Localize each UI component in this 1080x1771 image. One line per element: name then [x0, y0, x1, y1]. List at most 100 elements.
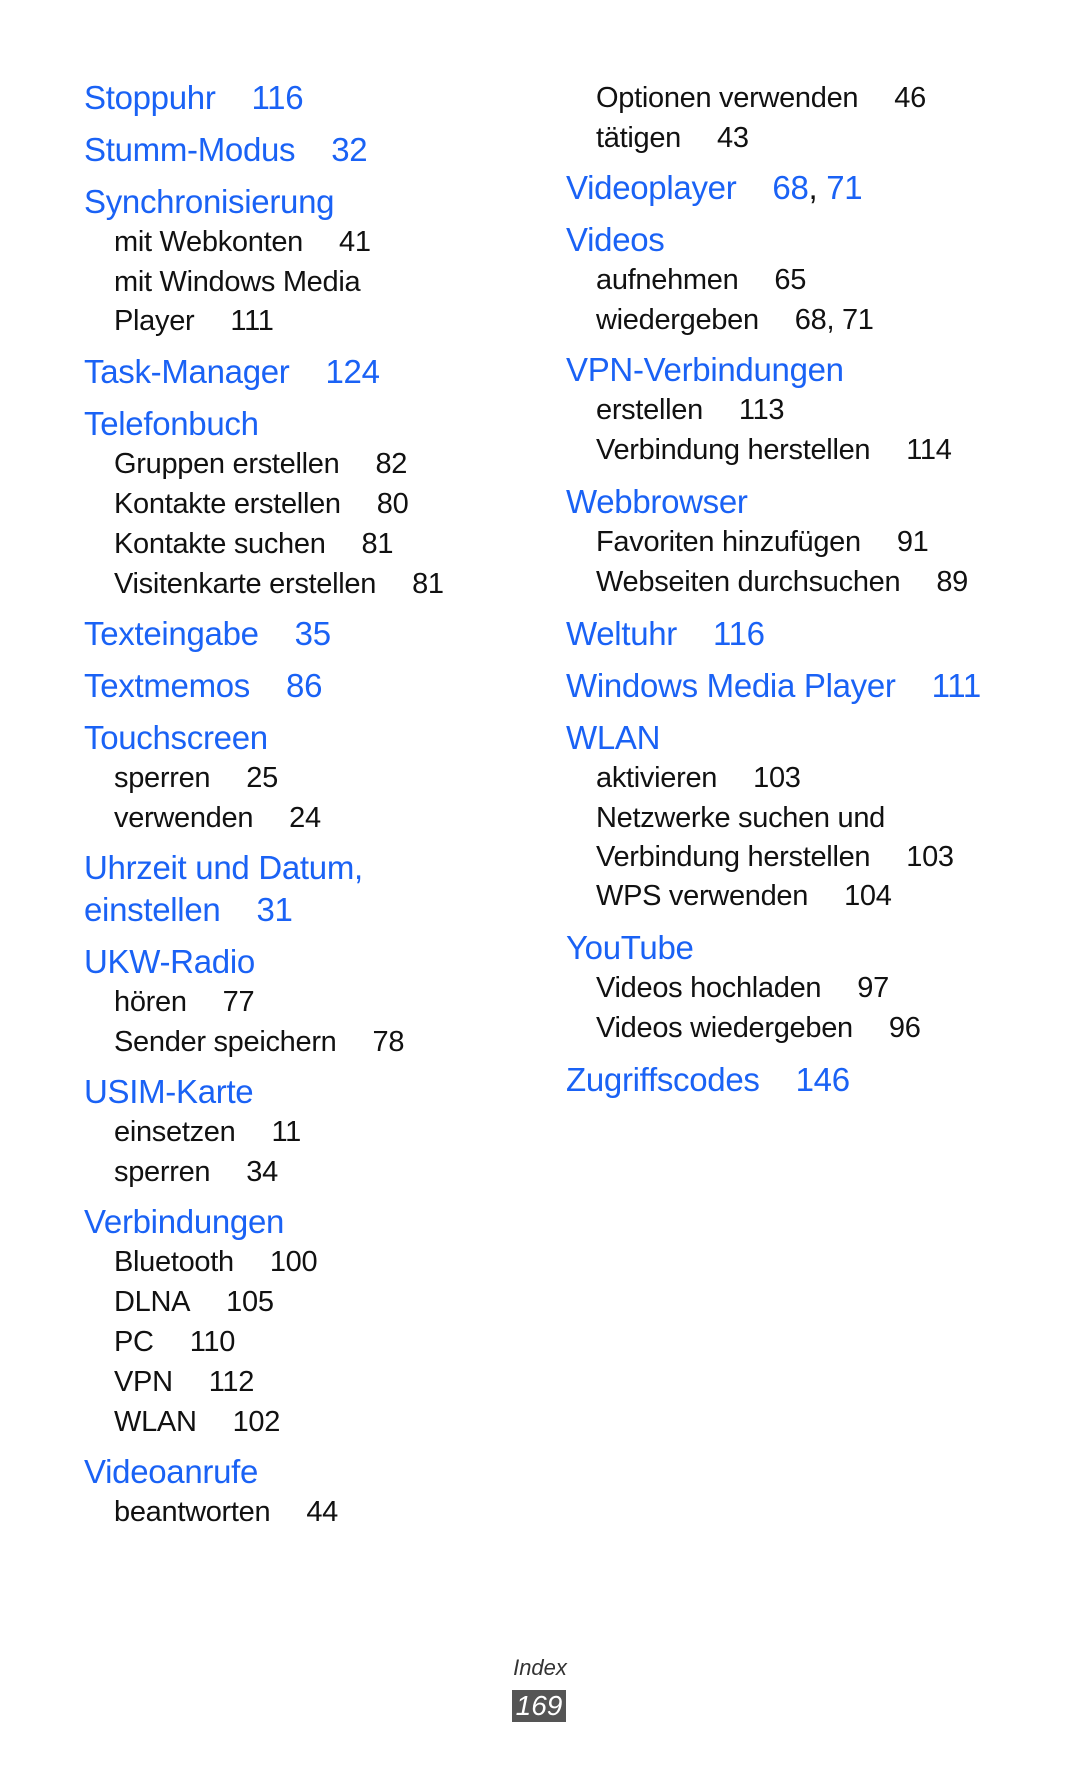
- index-subentry: mit Windows Media: [84, 262, 361, 302]
- index-entry: YouTube: [566, 928, 694, 968]
- index-entry: Zugriffscodes 146: [566, 1060, 850, 1100]
- entry-term: Player: [114, 305, 195, 337]
- entry-page: 111: [931, 667, 982, 704]
- index-entry: USIM-Karte: [84, 1072, 254, 1112]
- entry-term: Synchronisierung: [84, 183, 335, 220]
- index-subentry: Gruppen erstellen 82: [84, 444, 407, 484]
- index-entry: Uhrzeit und Datum,: [84, 848, 363, 888]
- index-subentry: Netzwerke suchen und: [566, 798, 885, 838]
- index-entry: Weltuhr 116: [566, 614, 765, 654]
- entry-page: 44: [306, 1496, 338, 1528]
- index-subentry: Player 111: [84, 301, 274, 341]
- index-subentry: PC 110: [84, 1322, 235, 1362]
- index-entry: UKW-Radio: [84, 942, 255, 982]
- entry-term: Favoriten hinzufügen: [596, 526, 861, 558]
- entry-term: Texteingabe: [84, 615, 259, 652]
- entry-page: 124: [325, 353, 380, 390]
- index-subentry: WLAN 102: [84, 1402, 280, 1442]
- entry-term: mit Webkonten: [114, 226, 303, 258]
- entry-term: Windows Media Player: [566, 667, 896, 704]
- page-number: 169: [512, 1690, 566, 1722]
- entry-term: Telefonbuch: [84, 405, 259, 442]
- page-separator: ,: [808, 169, 827, 206]
- entry-term: PC: [114, 1326, 154, 1358]
- entry-page: 43: [716, 122, 749, 154]
- entry-term: Touchscreen: [84, 719, 268, 756]
- entry-term: Visitenkarte erstellen: [114, 568, 377, 600]
- index-entry: Stumm-Modus 32: [84, 130, 368, 170]
- index-subentry: VPN 112: [84, 1362, 254, 1402]
- entry-term: Webseiten durchsuchen: [596, 566, 901, 598]
- entry-term: Task-Manager: [84, 353, 290, 390]
- index-entry: Videoplayer 68, 71: [566, 168, 863, 208]
- index-subentry: wiedergeben 68, 71: [566, 300, 874, 340]
- entry-term: Webbrowser: [566, 483, 748, 520]
- index-entry: Textmemos 86: [84, 666, 322, 706]
- entry-page: 71: [826, 169, 863, 206]
- index-entry: VPN-Verbindungen: [566, 350, 844, 390]
- entry-page: 31: [256, 891, 293, 928]
- index-subentry: Verbindung herstellen 114: [566, 430, 952, 470]
- entry-page: 91: [896, 526, 929, 558]
- entry-term: einstellen: [84, 891, 221, 928]
- index-subentry: Optionen verwenden 46: [566, 78, 926, 118]
- entry-term: Videos hochladen: [596, 972, 822, 1004]
- entry-term: Netzwerke suchen und: [596, 802, 885, 834]
- entry-term: verwenden: [114, 802, 254, 834]
- entry-page: 102: [232, 1406, 281, 1438]
- entry-page: 82: [375, 448, 408, 480]
- index-subentry: DLNA 105: [84, 1282, 274, 1322]
- index-subentry: WPS verwenden 104: [566, 876, 892, 916]
- entry-term: hören: [114, 986, 187, 1018]
- entry-term: Bluetooth: [114, 1246, 234, 1278]
- entry-page: 89: [936, 566, 968, 598]
- index-subentry: Kontakte erstellen 80: [84, 484, 409, 524]
- entry-term: USIM-Karte: [84, 1073, 254, 1110]
- index-subentry: Favoriten hinzufügen 91: [566, 522, 929, 562]
- entry-page: 24: [289, 802, 321, 834]
- index-entry: Telefonbuch: [84, 404, 259, 444]
- entry-page: 111: [230, 305, 274, 337]
- entry-page: 103: [906, 841, 954, 873]
- index-subentry: sperren 34: [84, 1152, 278, 1192]
- entry-page: 86: [286, 667, 323, 704]
- index-subentry: Kontakte suchen 81: [84, 524, 394, 564]
- entry-page: 35: [294, 615, 331, 652]
- index-entry: Synchronisierung: [84, 182, 334, 222]
- entry-term: Verbindung herstellen: [596, 434, 871, 466]
- index-entry: Stoppuhr 116: [84, 78, 304, 118]
- entry-page: 105: [226, 1286, 274, 1318]
- entry-term: Optionen verwenden: [596, 82, 859, 114]
- entry-term: Videoplayer: [566, 169, 737, 206]
- entry-page: 32: [331, 131, 368, 168]
- entry-term: UKW-Radio: [84, 943, 255, 980]
- entry-term: erstellen: [596, 394, 703, 426]
- entry-page: 103: [753, 762, 801, 794]
- entry-term: Weltuhr: [566, 615, 677, 652]
- index-entry: Task-Manager 124: [84, 352, 380, 392]
- entry-page: 100: [269, 1246, 318, 1278]
- entry-term: VPN-Verbindungen: [566, 351, 844, 388]
- entry-term: Zugriffscodes: [566, 1061, 760, 1098]
- entry-term: Videos: [566, 221, 665, 258]
- index-subentry: Videos hochladen 97: [566, 968, 889, 1008]
- entry-page: 11: [271, 1116, 301, 1148]
- entry-term: Stoppuhr: [84, 79, 216, 116]
- entry-page: 81: [361, 528, 394, 560]
- index-subentry: beantworten 44: [84, 1492, 338, 1532]
- index-entry: Videoanrufe: [84, 1452, 258, 1492]
- index-entry: Verbindungen: [84, 1202, 284, 1242]
- entry-term: DLNA: [114, 1286, 191, 1318]
- entry-page: 116: [713, 615, 765, 652]
- index-subentry: mit Webkonten 41: [84, 222, 371, 262]
- entry-page: 65: [774, 264, 807, 296]
- entry-term: mit Windows Media: [114, 266, 361, 298]
- index-entry: Videos: [566, 220, 665, 260]
- entry-term: WLAN: [114, 1406, 197, 1438]
- entry-term: Verbindung herstellen: [596, 841, 871, 873]
- index-subentry: Webseiten durchsuchen 89: [566, 562, 968, 602]
- entry-term: einsetzen: [114, 1116, 236, 1148]
- entry-page: 112: [208, 1366, 255, 1398]
- entry-page: 46: [894, 82, 926, 114]
- entry-page: 81: [412, 568, 444, 600]
